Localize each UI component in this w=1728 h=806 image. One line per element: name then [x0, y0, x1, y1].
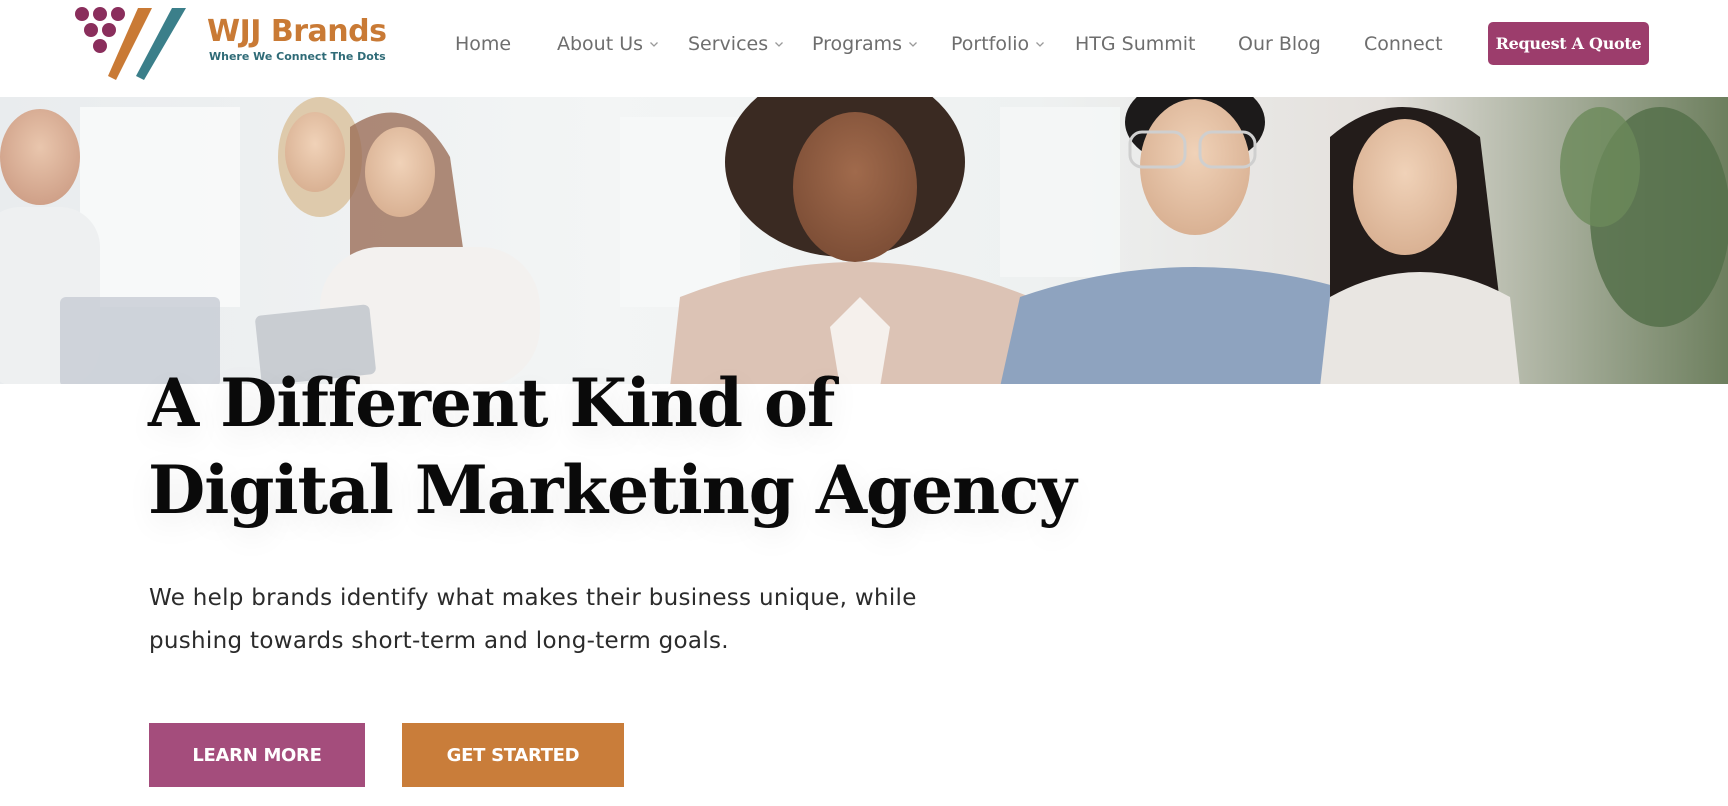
- nav-item-home[interactable]: Home: [455, 30, 511, 58]
- brand-name: WJJ Brands: [207, 14, 387, 49]
- brand-logo[interactable]: WJJ Brands Where We Connect The Dots: [72, 4, 387, 84]
- nav-item-programs[interactable]: Programs: [812, 30, 918, 58]
- hero-subtext: We help brands identify what makes their…: [149, 585, 917, 654]
- nav-item-label: Home: [455, 33, 512, 55]
- nav-item-connect[interactable]: Connect: [1364, 30, 1443, 58]
- chevron-down-icon: [909, 42, 918, 47]
- nav-item-our-blog[interactable]: Our Blog: [1238, 30, 1321, 58]
- hero-headline-line-2: Digital Marketing Agency: [148, 451, 1077, 529]
- logo-dots-icon: [75, 7, 186, 80]
- nav-item-label: About Us: [557, 33, 644, 55]
- get-started-button[interactable]: GET STARTED: [402, 723, 624, 787]
- nav-item-label: HTG Summit: [1075, 33, 1196, 55]
- hero-headline: A Different Kind of Digital Marketing Ag…: [148, 360, 1077, 534]
- chevron-down-icon: [1036, 42, 1045, 47]
- team-photo-illustration: [0, 97, 1728, 384]
- nav-item-label: Our Blog: [1238, 33, 1321, 55]
- learn-more-button[interactable]: LEARN MORE: [149, 723, 365, 787]
- nav-item-label: Connect: [1364, 33, 1443, 55]
- hero-image: [0, 97, 1728, 384]
- brand-tagline: Where We Connect The Dots: [209, 50, 386, 63]
- hero-headline-line-1: A Different Kind of: [148, 364, 835, 442]
- chevron-down-icon: [650, 42, 658, 47]
- site-header: WJJ Brands Where We Connect The Dots Hom…: [0, 0, 1728, 97]
- nav-item-label: Portfolio: [951, 33, 1030, 55]
- chevron-down-icon: [775, 42, 784, 47]
- nav-item-about-us[interactable]: About Us: [557, 30, 659, 58]
- nav-item-htg-summit[interactable]: HTG Summit: [1075, 30, 1196, 58]
- request-quote-button[interactable]: Request A Quote: [1488, 22, 1649, 65]
- nav-item-services[interactable]: Services: [688, 30, 784, 58]
- nav-item-label: Programs: [812, 33, 903, 55]
- nav-item-label: Services: [688, 33, 769, 55]
- nav-item-portfolio[interactable]: Portfolio: [951, 30, 1045, 58]
